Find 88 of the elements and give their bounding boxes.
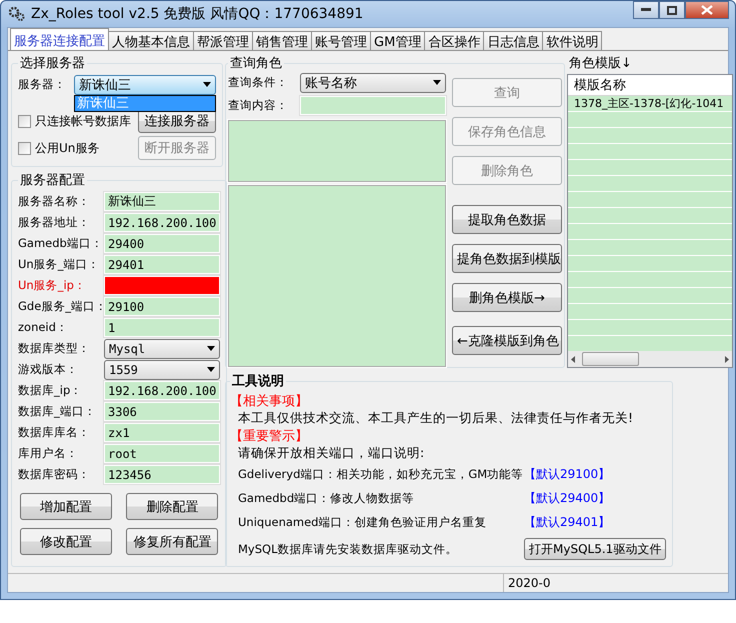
driver-note: MySQL数据库请先安装数据库驱动文件。 — [238, 542, 458, 556]
input-field[interactable]: 1 — [104, 318, 220, 337]
port-description: Gdeliveryd端口：相关功能，如秒充元宝，GM功能等 — [238, 466, 524, 482]
checkbox-option[interactable]: 公用Un服务 — [18, 140, 134, 156]
field-label: 游戏版本： — [18, 362, 79, 377]
field-label: 数据库类型： — [18, 341, 91, 356]
scroll-right-icon[interactable] — [725, 356, 729, 362]
tab[interactable]: 销售管理 — [252, 31, 312, 50]
dropdown-arrow-icon — [207, 367, 216, 372]
list-item[interactable]: 1378_主区-1378-[幻化-1041 — [568, 96, 732, 112]
notice-text: 本工具仅供技术交流、本工具产生的一切后果、法律责任与作者无关! — [237, 410, 634, 427]
open-driver-button[interactable]: 打开MySQL5.1驱动文件 — [524, 538, 666, 560]
field-label: 服务器地址： — [18, 215, 91, 230]
action-button[interactable]: 删角色模版→ — [452, 283, 562, 312]
group-title: 工具说明 — [231, 373, 285, 390]
minimize-button[interactable] — [633, 1, 659, 19]
dropdown-arrow-icon — [433, 80, 441, 85]
config-button[interactable]: 删除配置 — [126, 493, 218, 520]
status-text: 2020-0 — [503, 574, 728, 592]
tab[interactable]: 账号管理 — [311, 31, 371, 50]
tab[interactable]: 合区操作 — [424, 31, 484, 50]
scroll-left-icon[interactable] — [571, 356, 575, 362]
config-button[interactable]: 修复所有配置 — [126, 528, 218, 555]
input-field[interactable]: zx1 — [104, 423, 220, 442]
field-label: Gde服务_端口： — [18, 299, 104, 314]
field-label: 数据库_端口： — [18, 404, 97, 419]
field-label: 数据库_ip： — [18, 383, 84, 398]
field-label: 库用户名： — [18, 446, 79, 461]
field-label: Un服务_ip： — [18, 278, 87, 293]
field-label: 服务器名称： — [18, 194, 91, 209]
tab[interactable]: 日志信息 — [483, 31, 544, 50]
tab[interactable]: 人物基本信息 — [108, 31, 194, 50]
default-port: 【默认29401】 — [524, 514, 612, 530]
ports-intro: 请确保开放相关端口，端口说明: — [237, 445, 426, 462]
default-port: 【默认29400】 — [524, 490, 612, 506]
config-button[interactable]: 修改配置 — [20, 528, 112, 555]
action-button[interactable]: 提取角色数据 — [452, 205, 562, 234]
group-title: 选择服务器 — [19, 55, 86, 72]
tab[interactable]: 帮派管理 — [193, 31, 253, 50]
action-button[interactable]: 提角色数据到模版 — [452, 244, 562, 273]
group-title: 查询角色 — [229, 55, 283, 72]
tab[interactable]: GM管理 — [370, 31, 426, 50]
port-description: Uniquenamed端口：创建角色验证用户名重复 — [238, 514, 488, 530]
close-button[interactable] — [685, 1, 729, 19]
input-field[interactable] — [104, 276, 220, 295]
window-title: Zx_Roles tool v2.5 免费版 风情QQ：1770634891 — [31, 5, 364, 23]
default-port: 【默认29100】 — [524, 466, 612, 482]
field-label: zoneid： — [18, 320, 69, 335]
horizontal-scrollbar[interactable] — [568, 351, 732, 367]
select-field[interactable]: 账号名称 — [300, 72, 446, 92]
close-icon — [701, 5, 713, 15]
input-field[interactable]: 新诛仙三 — [104, 192, 220, 211]
input-field[interactable]: 29400 — [104, 234, 220, 253]
input-field[interactable]: 29401 — [104, 255, 220, 274]
column-header[interactable]: 模版名称 — [568, 75, 732, 96]
input-field[interactable]: 3306 — [104, 402, 220, 421]
maximize-button[interactable] — [659, 1, 685, 19]
section-heading: 【重要警示】 — [230, 428, 309, 445]
minimize-icon — [641, 8, 651, 12]
input-field[interactable]: 29100 — [104, 297, 220, 316]
input-field[interactable]: root — [104, 444, 220, 463]
field-label: 查询内容： — [228, 98, 289, 113]
tab[interactable]: 软件说明 — [542, 31, 602, 50]
tab[interactable]: 服务器连接配置 — [10, 28, 109, 50]
gears-icon — [9, 6, 25, 22]
input-field[interactable]: 192.168.200.100 — [104, 213, 220, 232]
server-label: 服务器： — [18, 77, 66, 92]
group-title: 角色模版↓ — [568, 55, 633, 72]
dropdown-arrow-icon — [207, 346, 216, 351]
input-field[interactable]: 192.168.200.100 — [104, 381, 220, 400]
port-description: Gamedbd端口：修改人物数据等 — [238, 490, 416, 506]
select-field[interactable]: 1559 — [104, 360, 220, 380]
section-heading: 【相关事项】 — [230, 393, 309, 410]
field-label: Gamedb端口： — [18, 236, 104, 251]
checkbox-option[interactable]: 只连接帐号数据库 — [18, 112, 134, 130]
dropdown-arrow-icon — [203, 82, 211, 87]
input-field[interactable] — [300, 96, 446, 115]
input-field[interactable]: 123456 — [104, 465, 220, 484]
server-dropdown[interactable]: 新诛仙三 — [74, 74, 216, 94]
action-button[interactable]: ←克隆模版到角色 — [452, 326, 562, 355]
field-label: 数据库库名： — [18, 425, 91, 440]
field-label: 查询条件： — [228, 75, 289, 90]
select-field[interactable]: Mysql — [104, 338, 220, 358]
group-title: 服务器配置 — [19, 172, 86, 189]
field-label: Un服务_端口： — [18, 257, 100, 272]
config-button[interactable]: 增加配置 — [20, 493, 112, 520]
field-label: 数据库密码： — [18, 467, 91, 482]
maximize-icon — [667, 6, 677, 14]
